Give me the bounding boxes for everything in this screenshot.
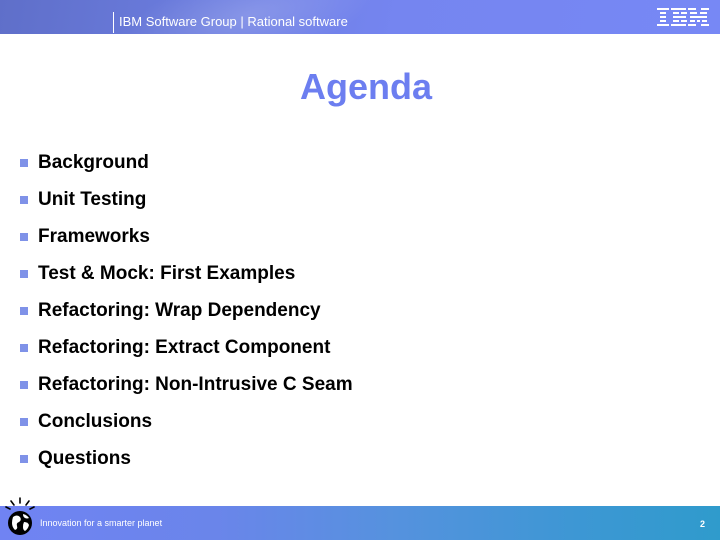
square-bullet-icon [20, 380, 28, 389]
square-bullet-icon [20, 306, 28, 315]
agenda-item-label: Conclusions [38, 410, 153, 432]
agenda-item-label: Refactoring: Wrap Dependency [38, 299, 321, 321]
header-title: IBM Software Group | Rational software [119, 14, 348, 29]
header-divider [113, 12, 114, 33]
agenda-item: Refactoring: Extract Component [20, 329, 353, 366]
square-bullet-icon [20, 454, 28, 463]
square-bullet-icon [20, 417, 28, 426]
agenda-item-label: Questions [38, 447, 131, 469]
agenda-item: Unit Testing [20, 181, 353, 218]
agenda-item: Background [20, 144, 353, 181]
agenda-item-label: Unit Testing [38, 188, 147, 210]
agenda-item-label: Refactoring: Non-Intrusive C Seam [38, 373, 353, 395]
agenda-item: Refactoring: Non-Intrusive C Seam [20, 366, 353, 403]
square-bullet-icon [20, 232, 28, 241]
agenda-item-label: Frameworks [38, 225, 150, 247]
page-number: 2 [700, 519, 706, 529]
agenda-item-label: Test & Mock: First Examples [38, 262, 296, 284]
slide-footer: Innovation for a smarter planet 2 [0, 497, 720, 540]
ibm-logo-icon [657, 8, 709, 26]
agenda-item-label: Refactoring: Extract Component [38, 336, 331, 358]
square-bullet-icon [20, 158, 28, 167]
agenda-item: Questions [20, 440, 353, 477]
agenda-item: Refactoring: Wrap Dependency [20, 292, 353, 329]
square-bullet-icon [20, 343, 28, 352]
square-bullet-icon [20, 195, 28, 204]
slide-header: IBM Software Group | Rational software [0, 0, 720, 34]
agenda-item: Conclusions [20, 403, 353, 440]
square-bullet-icon [20, 269, 28, 278]
slide-title: Agenda [299, 66, 432, 107]
agenda-item-label: Background [38, 151, 149, 173]
footer-tagline: Innovation for a smarter planet [40, 518, 163, 528]
agenda-item: Frameworks [20, 218, 353, 255]
smarter-planet-globe-icon [5, 497, 35, 535]
agenda-list: Background Unit Testing Frameworks Test … [20, 144, 353, 477]
agenda-item: Test & Mock: First Examples [20, 255, 353, 292]
